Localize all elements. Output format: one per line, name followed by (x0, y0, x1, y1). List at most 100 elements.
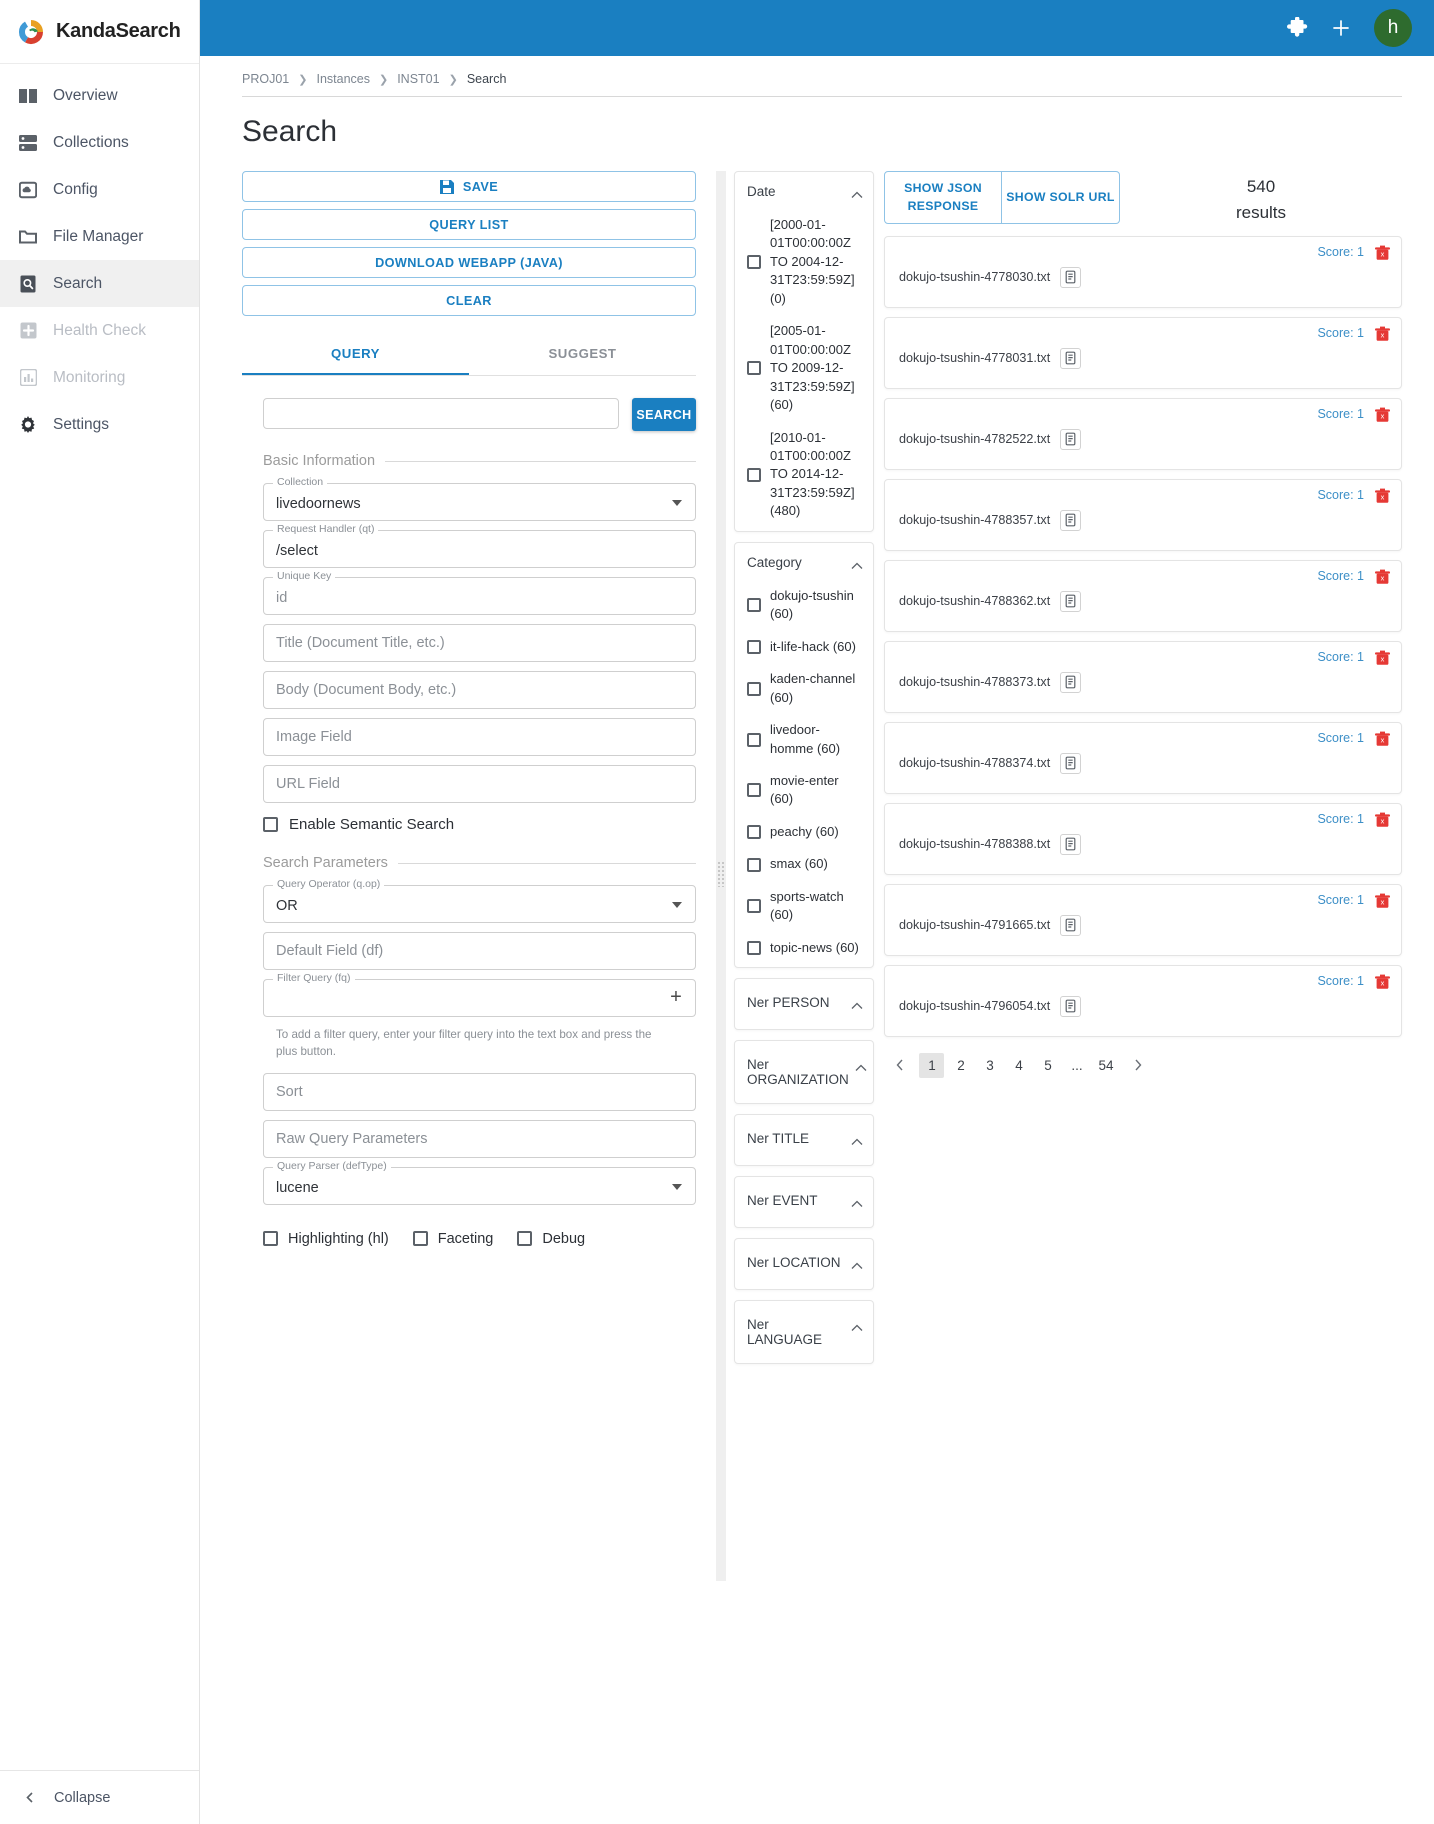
delete-icon[interactable]: x (1374, 649, 1391, 666)
facet-item[interactable]: dokujo-tsushin (60) (747, 587, 863, 624)
tab-query[interactable]: QUERY (242, 333, 469, 375)
default-field-field[interactable] (263, 932, 696, 970)
raw-query-parameters-input[interactable] (263, 1119, 696, 1158)
facet-checkbox[interactable] (747, 255, 761, 270)
facet-checkbox[interactable] (747, 639, 761, 654)
splitter-grip-icon[interactable] (717, 861, 725, 887)
enable-semantic-search-checkbox[interactable] (263, 817, 278, 832)
facet-item[interactable]: movie-enter (60) (747, 772, 863, 809)
facet-checkbox[interactable] (747, 361, 761, 376)
request-handler-field[interactable]: Request Handler (qt) (263, 523, 696, 568)
facet-ner-title-header[interactable]: Ner TITLE (747, 1131, 863, 1149)
query-list-button[interactable]: QUERY LIST (242, 209, 696, 240)
title-input[interactable] (263, 624, 696, 662)
delete-icon[interactable]: x (1374, 487, 1391, 504)
sidebar-item-overview[interactable]: Overview (0, 72, 199, 119)
sort-field[interactable] (263, 1072, 696, 1111)
image-field[interactable] (263, 718, 696, 756)
query-parser-field[interactable]: Query Parser (defType) (263, 1159, 696, 1205)
unique-key-field[interactable]: Unique Key (263, 570, 696, 615)
copy-icon[interactable] (1060, 266, 1082, 288)
facet-checkbox[interactable] (747, 940, 761, 955)
copy-icon[interactable] (1060, 833, 1082, 855)
copy-icon[interactable] (1060, 671, 1082, 693)
facet-checkbox[interactable] (747, 598, 761, 613)
facet-date-header[interactable]: Date (747, 184, 863, 202)
filter-query-input[interactable] (263, 979, 696, 1017)
default-field-input[interactable] (263, 932, 696, 970)
facet-ner-person-header[interactable]: Ner PERSON (747, 995, 863, 1013)
body-field[interactable] (263, 671, 696, 709)
facet-ner-location-header[interactable]: Ner LOCATION (747, 1255, 863, 1273)
delete-icon[interactable]: x (1374, 811, 1391, 828)
clear-button[interactable]: CLEAR (242, 285, 696, 316)
pagination-page-5[interactable]: 5 (1035, 1053, 1060, 1078)
facet-item[interactable]: [2005-01-01T00:00:00Z TO 2009-12-31T23:5… (747, 322, 863, 414)
plus-icon[interactable] (1330, 17, 1352, 39)
sidebar-item-collections[interactable]: Collections (0, 119, 199, 166)
image-input[interactable] (263, 718, 696, 756)
facet-ner-organization-header[interactable]: Ner ORGANIZATION (747, 1057, 867, 1087)
delete-icon[interactable]: x (1374, 973, 1391, 990)
breadcrumb-item-inst[interactable]: INST01 (397, 72, 439, 86)
copy-icon[interactable] (1060, 347, 1082, 369)
facet-checkbox[interactable] (747, 825, 761, 840)
facet-ner-event-header[interactable]: Ner EVENT (747, 1193, 863, 1211)
avatar[interactable]: h (1374, 9, 1412, 47)
pagination-prev[interactable] (884, 1053, 915, 1078)
copy-icon[interactable] (1060, 428, 1082, 450)
copy-icon[interactable] (1060, 509, 1082, 531)
sidebar-item-monitoring[interactable]: Monitoring (0, 354, 199, 401)
show-solr-url-button[interactable]: SHOW SOLR URL (1002, 171, 1120, 224)
faceting-checkbox[interactable] (412, 1231, 428, 1247)
highlighting-checkbox-group[interactable]: Highlighting (hl) (263, 1231, 389, 1247)
sidebar-item-config[interactable]: Config (0, 166, 199, 213)
facet-category-header[interactable]: Category (747, 555, 863, 573)
copy-icon[interactable] (1060, 914, 1082, 936)
faceting-checkbox-group[interactable]: Faceting (412, 1231, 493, 1247)
save-button[interactable]: SAVE (242, 171, 696, 202)
query-operator-input[interactable] (263, 885, 696, 923)
show-json-response-button[interactable]: SHOW JSON RESPONSE (884, 171, 1002, 224)
facet-item[interactable]: [2000-01-01T00:00:00Z TO 2004-12-31T23:5… (747, 216, 863, 308)
delete-icon[interactable]: x (1374, 568, 1391, 585)
breadcrumb-item-proj[interactable]: PROJ01 (242, 72, 289, 86)
facet-item[interactable]: sports-watch (60) (747, 888, 863, 925)
facet-item[interactable]: it-life-hack (60) (747, 638, 863, 656)
highlighting-checkbox[interactable] (263, 1231, 278, 1247)
collection-input[interactable] (263, 483, 696, 521)
facet-ner-language-header[interactable]: Ner LANGUAGE (747, 1317, 863, 1347)
sidebar-collapse-button[interactable]: Collapse (0, 1770, 199, 1824)
query-parser-input[interactable] (263, 1166, 696, 1205)
download-webapp-button[interactable]: DOWNLOAD WEBAPP (JAVA) (242, 247, 696, 278)
filter-query-field[interactable]: Filter Query (fq) + (263, 972, 696, 1017)
pagination-next[interactable] (1123, 1053, 1154, 1078)
collection-field[interactable]: Collection (263, 476, 696, 521)
pagination-page-1[interactable]: 1 (919, 1052, 945, 1078)
facet-checkbox[interactable] (747, 857, 761, 872)
request-handler-input[interactable] (263, 530, 696, 568)
delete-icon[interactable]: x (1374, 730, 1391, 747)
breadcrumb-item-instances[interactable]: Instances (316, 72, 370, 86)
delete-icon[interactable]: x (1374, 325, 1391, 342)
facet-item[interactable]: livedoor-homme (60) (747, 721, 863, 758)
raw-query-parameters-field[interactable] (263, 1119, 696, 1158)
sidebar-item-file-manager[interactable]: File Manager (0, 213, 199, 260)
title-field[interactable] (263, 624, 696, 662)
facet-item[interactable]: smax (60) (747, 855, 863, 873)
facet-item[interactable]: topic-news (60) (747, 939, 863, 957)
puzzle-piece-icon[interactable] (1286, 17, 1308, 39)
facet-item[interactable]: [2010-01-01T00:00:00Z TO 2014-12-31T23:5… (747, 429, 863, 521)
search-button[interactable]: SEARCH (632, 398, 696, 431)
facet-checkbox[interactable] (747, 681, 761, 696)
facet-item[interactable]: kaden-channel (60) (747, 670, 863, 707)
delete-icon[interactable]: x (1374, 406, 1391, 423)
debug-checkbox[interactable] (517, 1231, 533, 1247)
pagination-page-54[interactable]: 54 (1093, 1053, 1118, 1078)
pagination-page-3[interactable]: 3 (977, 1053, 1002, 1078)
copy-icon[interactable] (1060, 590, 1082, 612)
brand[interactable]: KandaSearch (0, 0, 199, 64)
sidebar-item-search[interactable]: Search (0, 260, 199, 307)
delete-icon[interactable]: x (1374, 892, 1391, 909)
sidebar-item-health-check[interactable]: Health Check (0, 307, 199, 354)
